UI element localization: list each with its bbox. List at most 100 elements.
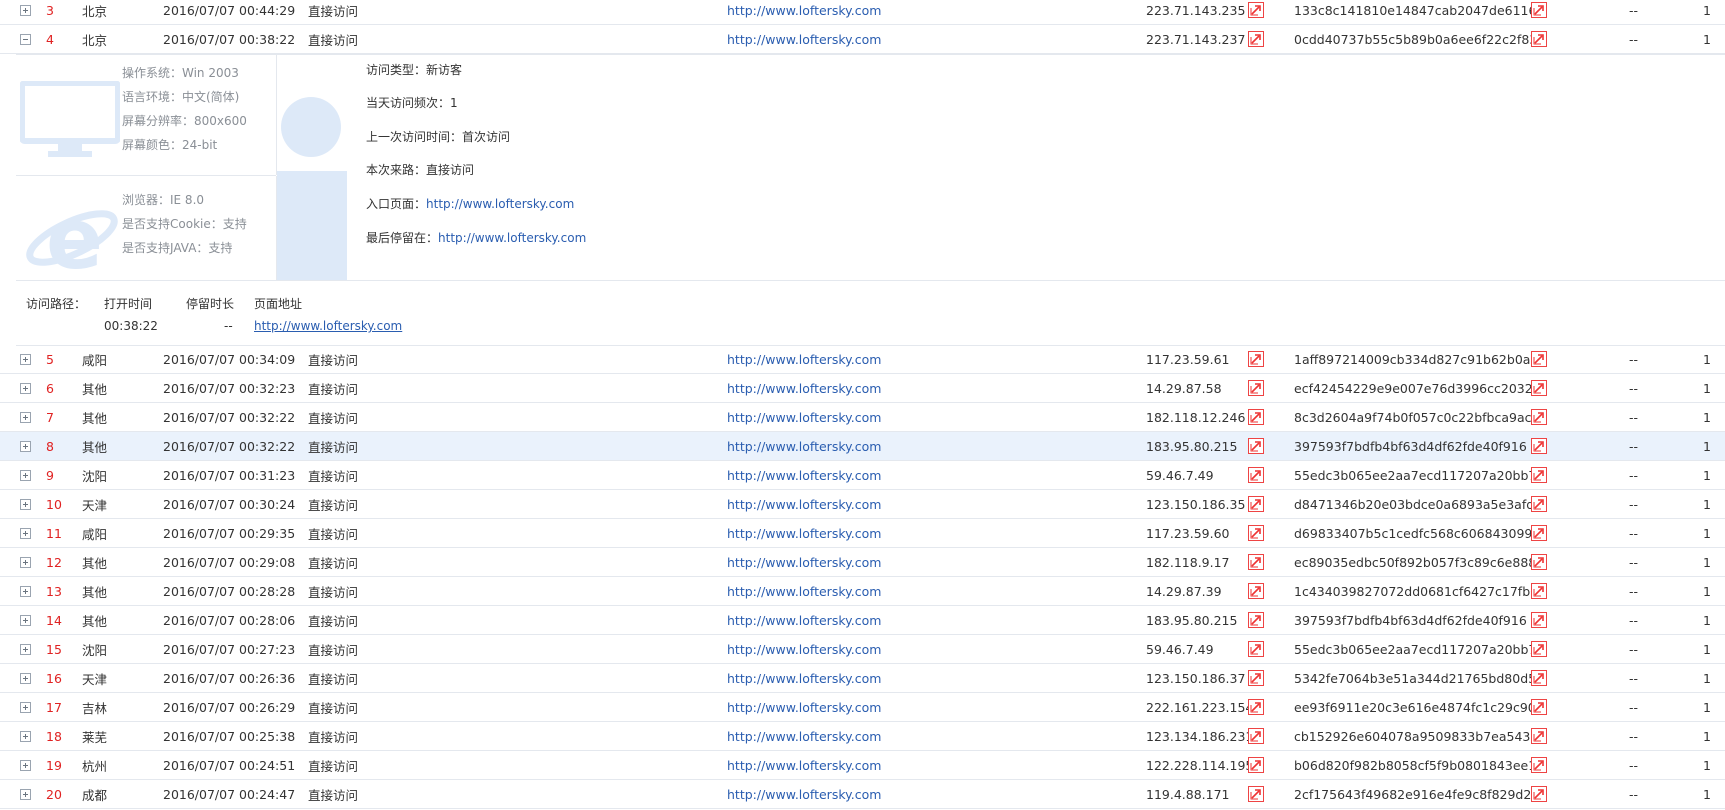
expand-toggle-icon[interactable] [20, 470, 31, 481]
open-time-header: 打开时间 [104, 297, 153, 311]
ip-lookup-icon[interactable] [1248, 577, 1264, 605]
table-row[interactable]: 5 咸阳 2016/07/07 00:34:09 直接访问 http://www.lof… [0, 345, 1725, 374]
collapse-toggle-icon[interactable] [20, 34, 31, 45]
row-url[interactable]: http://www.loftersky.com [727, 606, 881, 634]
row-url[interactable]: http://www.loftersky.com [727, 490, 881, 518]
ip-lookup-icon[interactable] [1248, 432, 1264, 460]
row-url[interactable]: http://www.loftersky.com [727, 519, 881, 547]
table-row[interactable]: 18 莱芜 2016/07/07 00:25:38 直接访问 http://www.lo… [0, 722, 1725, 751]
table-row[interactable]: 19 杭州 2016/07/07 00:24:51 直接访问 http://www.lo… [0, 751, 1725, 780]
expand-toggle-icon[interactable] [20, 615, 31, 626]
table-row[interactable]: 9 沈阳 2016/07/07 00:31:23 直接访问 http://www.lof… [0, 461, 1725, 490]
visitor-detail-icon[interactable] [1531, 577, 1547, 605]
row-url[interactable]: http://www.loftersky.com [727, 548, 881, 576]
visitor-detail-icon[interactable] [1531, 606, 1547, 634]
table-row[interactable]: 6 其他 2016/07/07 00:32:23 直接访问 http://www.lof… [0, 374, 1725, 403]
visitor-detail-icon[interactable] [1531, 403, 1547, 431]
path-page-link[interactable]: http://www.loftersky.com [254, 319, 402, 333]
visitor-detail-icon[interactable] [1531, 25, 1547, 53]
ip-lookup-icon[interactable] [1248, 490, 1264, 518]
row-url[interactable]: http://www.loftersky.com [727, 635, 881, 663]
table-row[interactable]: 8 其他 2016/07/07 00:32:22 直接访问 http://www.lof… [0, 432, 1725, 461]
visitor-detail-icon[interactable] [1531, 722, 1547, 750]
table-row[interactable]: 20 成都 2016/07/07 00:24:47 直接访问 http://www.lo… [0, 780, 1725, 809]
expand-toggle-icon[interactable] [20, 731, 31, 742]
expand-toggle-icon[interactable] [20, 441, 31, 452]
visitor-detail-icon[interactable] [1531, 519, 1547, 547]
visitor-detail-icon[interactable] [1531, 751, 1547, 779]
row-url[interactable]: http://www.loftersky.com [727, 780, 881, 808]
row-url[interactable]: http://www.loftersky.com [727, 722, 881, 750]
visitor-detail-icon[interactable] [1531, 0, 1547, 24]
table-row[interactable]: 10 天津 2016/07/07 00:30:24 直接访问 http://www.lo… [0, 490, 1725, 519]
ip-lookup-icon[interactable] [1248, 519, 1264, 547]
row-url[interactable]: http://www.loftersky.com [727, 403, 881, 431]
table-row[interactable]: 15 沈阳 2016/07/07 00:27:23 直接访问 http://www.lo… [0, 635, 1725, 664]
last-stay-link[interactable]: http://www.loftersky.com [438, 231, 586, 245]
visitor-detail-icon[interactable] [1531, 432, 1547, 460]
ip-lookup-icon[interactable] [1248, 635, 1264, 663]
row-city: 沈阳 [82, 642, 108, 658]
row-url[interactable]: http://www.loftersky.com [727, 345, 881, 373]
row-visit-time: 2016/07/07 00:44:29 [163, 2, 296, 18]
ip-lookup-icon[interactable] [1248, 0, 1264, 24]
expand-toggle-icon[interactable] [20, 673, 31, 684]
table-row[interactable]: 4 北京 2016/07/07 00:38:22 直接访问 http://www.lof… [0, 25, 1725, 54]
ip-lookup-icon[interactable] [1248, 25, 1264, 53]
expand-toggle-icon[interactable] [20, 412, 31, 423]
visitor-detail-icon[interactable] [1531, 345, 1547, 373]
ip-lookup-icon[interactable] [1248, 606, 1264, 634]
row-number: 3 [46, 2, 54, 18]
expand-toggle-icon[interactable] [20, 354, 31, 365]
expand-toggle-icon[interactable] [20, 586, 31, 597]
table-row[interactable]: 13 其他 2016/07/07 00:28:28 直接访问 http://www.lo… [0, 577, 1725, 606]
visitor-detail-icon[interactable] [1531, 664, 1547, 692]
visitor-detail-icon[interactable] [1531, 780, 1547, 808]
expand-toggle-icon[interactable] [20, 789, 31, 800]
row-count: 1 [1703, 380, 1711, 396]
visitor-detail-icon[interactable] [1531, 374, 1547, 402]
ip-lookup-icon[interactable] [1248, 780, 1264, 808]
table-row[interactable]: 14 其他 2016/07/07 00:28:06 直接访问 http://www.lo… [0, 606, 1725, 635]
expand-toggle-icon[interactable] [20, 702, 31, 713]
row-source: 直接访问 [308, 468, 359, 484]
ip-lookup-icon[interactable] [1248, 461, 1264, 489]
expand-toggle-icon[interactable] [20, 383, 31, 394]
table-row[interactable]: 12 其他 2016/07/07 00:29:08 直接访问 http://www.lo… [0, 548, 1725, 577]
row-url[interactable]: http://www.loftersky.com [727, 0, 881, 24]
visitor-detail-icon[interactable] [1531, 490, 1547, 518]
row-url[interactable]: http://www.loftersky.com [727, 25, 881, 53]
row-url[interactable]: http://www.loftersky.com [727, 461, 881, 489]
table-row[interactable]: 7 其他 2016/07/07 00:32:22 直接访问 http://www.lof… [0, 403, 1725, 432]
table-row[interactable]: 11 咸阳 2016/07/07 00:29:35 直接访问 http://www.lo… [0, 519, 1725, 548]
row-url[interactable]: http://www.loftersky.com [727, 432, 881, 460]
expand-toggle-icon[interactable] [20, 528, 31, 539]
table-row[interactable]: 17 吉林 2016/07/07 00:26:29 直接访问 http://www.lo… [0, 693, 1725, 722]
ip-lookup-icon[interactable] [1248, 403, 1264, 431]
expand-toggle-icon[interactable] [20, 644, 31, 655]
row-url[interactable]: http://www.loftersky.com [727, 577, 881, 605]
ip-lookup-icon[interactable] [1248, 693, 1264, 721]
row-url[interactable]: http://www.loftersky.com [727, 751, 881, 779]
ip-lookup-icon[interactable] [1248, 722, 1264, 750]
entry-page-link[interactable]: http://www.loftersky.com [426, 197, 574, 211]
table-row[interactable]: 16 天津 2016/07/07 00:26:36 直接访问 http://www.lo… [0, 664, 1725, 693]
expand-toggle-icon[interactable] [20, 760, 31, 771]
ip-lookup-icon[interactable] [1248, 664, 1264, 692]
ip-lookup-icon[interactable] [1248, 548, 1264, 576]
row-url[interactable]: http://www.loftersky.com [727, 693, 881, 721]
expand-toggle-icon[interactable] [20, 5, 31, 16]
visitor-detail-icon[interactable] [1531, 548, 1547, 576]
table-row[interactable]: 3 北京 2016/07/07 00:44:29 直接访问 http://www.lof… [0, 0, 1725, 25]
row-url[interactable]: http://www.loftersky.com [727, 374, 881, 402]
ip-lookup-icon[interactable] [1248, 345, 1264, 373]
ip-lookup-icon[interactable] [1248, 751, 1264, 779]
row-ip: 119.4.88.171 [1146, 786, 1230, 802]
ip-lookup-icon[interactable] [1248, 374, 1264, 402]
expand-toggle-icon[interactable] [20, 557, 31, 568]
visitor-detail-icon[interactable] [1531, 635, 1547, 663]
expand-toggle-icon[interactable] [20, 499, 31, 510]
row-url[interactable]: http://www.loftersky.com [727, 664, 881, 692]
visitor-detail-icon[interactable] [1531, 461, 1547, 489]
visitor-detail-icon[interactable] [1531, 693, 1547, 721]
